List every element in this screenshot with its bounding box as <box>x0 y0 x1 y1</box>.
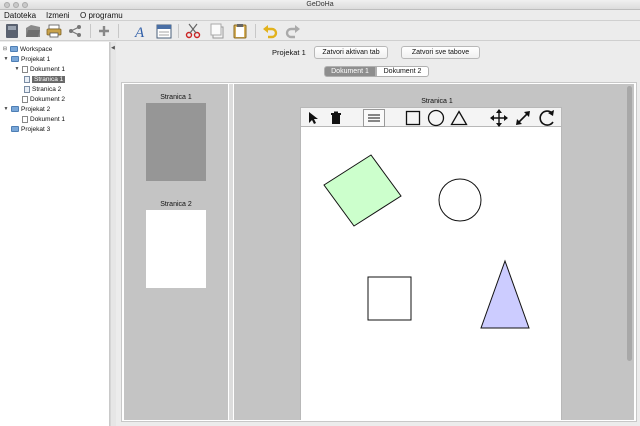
thumbnail-label: Stranica 1 <box>160 94 192 101</box>
undo-icon[interactable] <box>261 22 279 40</box>
thumbnail-stranica-2[interactable] <box>146 210 206 288</box>
menu-izmeni[interactable]: Izmeni <box>46 11 70 20</box>
tree-item-projekat-2[interactable]: ▼ Projekat 2 <box>3 104 51 114</box>
tree-item-stranica-1[interactable]: Stranica 1 <box>24 74 66 84</box>
pointer-icon[interactable] <box>302 109 324 127</box>
tree-item-label: Workspace <box>20 45 53 53</box>
expand-toggle-icon[interactable]: ▼ <box>3 106 9 112</box>
menu-bar: Datoteka Izmeni O programu <box>0 10 640 21</box>
tree-item-workspace[interactable]: ⊟ Workspace <box>2 44 53 54</box>
folder-icon <box>11 56 19 62</box>
square-shape[interactable] <box>367 276 412 321</box>
main-panel: Projekat 1 Zatvori aktivan tab Zatvori s… <box>116 42 640 426</box>
tree-item-label: Projekat 3 <box>21 125 51 133</box>
canvas-area: Stranica 1 <box>234 84 634 420</box>
rectangle-icon[interactable] <box>402 109 424 127</box>
delete-icon[interactable] <box>325 109 347 127</box>
expand-toggle-icon[interactable]: ▼ <box>14 66 20 72</box>
close-all-tabs-button[interactable]: Zatvori sve tabove <box>401 46 480 59</box>
add-icon[interactable] <box>95 22 113 40</box>
tree-item-p2-dokument-1[interactable]: Dokument 1 <box>14 114 65 124</box>
folder-icon <box>11 126 19 132</box>
tree-item-label: Dokument 2 <box>30 95 66 103</box>
list-icon[interactable] <box>363 109 385 127</box>
open-icon[interactable] <box>24 22 42 40</box>
triangle-shape[interactable] <box>480 259 530 329</box>
toolbar-separator <box>118 24 119 38</box>
page-icon <box>24 75 30 83</box>
tree-item-projekat-1[interactable]: ▼ Projekat 1 <box>3 54 51 64</box>
document-icon <box>22 65 28 73</box>
page-title: Stranica 1 <box>421 98 453 105</box>
circle-icon[interactable] <box>425 109 447 127</box>
tree-item-projekat-3[interactable]: Projekat 3 <box>3 124 50 134</box>
tab-dokument-1[interactable]: Dokument 1 <box>324 66 376 77</box>
toolbar-separator <box>178 24 179 38</box>
menu-datoteka[interactable]: Datoteka <box>4 11 36 20</box>
move-icon[interactable] <box>488 109 510 127</box>
shape-toolbar <box>300 107 562 127</box>
tree-item-dokument-2[interactable]: Dokument 2 <box>14 94 65 104</box>
redo-icon[interactable] <box>284 22 302 40</box>
rotate-icon[interactable] <box>536 109 558 127</box>
page-thumbnails: Stranica 1 Stranica 2 <box>124 84 228 420</box>
toolbar-separator <box>90 24 91 38</box>
triangle-icon[interactable] <box>448 109 470 127</box>
tree-item-label: Projekat 1 <box>21 55 51 63</box>
expand-toggle-icon[interactable]: ⊟ <box>2 46 8 52</box>
title-bar: GeDoHa <box>0 0 640 10</box>
folder-icon <box>11 106 19 112</box>
tree-item-label: Stranica 1 <box>32 75 66 83</box>
thumbnail-stranica-1[interactable] <box>146 103 206 181</box>
calendar-icon[interactable] <box>155 22 173 40</box>
thumbnail-label: Stranica 2 <box>160 201 192 208</box>
page-icon <box>24 85 30 93</box>
paste-icon[interactable] <box>231 22 249 40</box>
tree-item-label: Dokument 1 <box>30 115 66 123</box>
save-icon[interactable] <box>3 22 21 40</box>
cut-icon[interactable] <box>184 22 202 40</box>
drawing-canvas[interactable] <box>300 127 562 420</box>
workspace-tree: ⊟ Workspace ▼ Projekat 1 ▼ Dokument 1 Stranica… <box>0 42 110 426</box>
window-title: GeDoHa <box>306 1 334 8</box>
close-active-tab-button[interactable]: Zatvori aktivan tab <box>314 46 388 59</box>
document-icon <box>22 95 28 103</box>
toolbar-separator <box>255 24 256 38</box>
tree-item-stranica-2[interactable]: Stranica 2 <box>24 84 61 94</box>
share-icon[interactable] <box>66 22 84 40</box>
project-label: Projekat 1 <box>272 48 306 57</box>
document-view: Stranica 1 Stranica 2 Stranica 1 <box>121 82 637 422</box>
vertical-scrollbar[interactable] <box>627 86 632 361</box>
document-tabs: Dokument 1 Dokument 2 <box>116 66 640 78</box>
circle-shape[interactable] <box>438 178 482 222</box>
tree-item-label: Projekat 2 <box>21 105 51 113</box>
folder-icon <box>10 46 18 52</box>
copy-icon[interactable] <box>208 22 226 40</box>
collapse-arrow-icon[interactable]: ◀ <box>111 45 115 51</box>
svg-text:A: A <box>134 25 145 39</box>
print-icon[interactable] <box>45 22 63 40</box>
font-icon[interactable]: A <box>132 22 150 40</box>
menu-o-programu[interactable]: O programu <box>80 11 123 20</box>
resize-icon[interactable] <box>512 109 534 127</box>
document-icon <box>22 115 28 123</box>
expand-toggle-icon[interactable]: ▼ <box>3 56 9 62</box>
tree-item-dokument-1[interactable]: ▼ Dokument 1 <box>14 64 65 74</box>
rotated-rectangle-shape[interactable] <box>323 154 402 227</box>
tree-item-label: Stranica 2 <box>32 85 62 93</box>
tree-item-label: Dokument 1 <box>30 65 66 73</box>
thumbnail-divider[interactable] <box>229 84 233 420</box>
main-toolbar: A <box>0 21 640 41</box>
tab-dokument-2[interactable]: Dokument 2 <box>376 66 429 77</box>
